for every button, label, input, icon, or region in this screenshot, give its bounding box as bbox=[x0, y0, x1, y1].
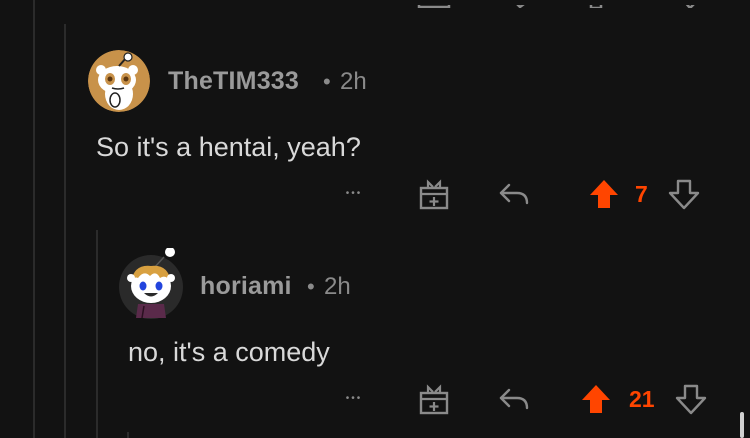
comment-body: no, it's a comedy bbox=[128, 337, 330, 367]
scrollbar-thumb[interactable] bbox=[740, 412, 744, 438]
gift-icon bbox=[419, 179, 449, 210]
thread-line-level-1[interactable] bbox=[64, 24, 66, 438]
gift-icon bbox=[419, 384, 449, 415]
comment-username[interactable]: horiami bbox=[200, 272, 292, 301]
downvote-arrow-icon bbox=[668, 179, 700, 210]
snoo-avatar-icon bbox=[119, 248, 183, 319]
previous-comment-actions bbox=[0, 0, 750, 8]
comment-age: 2h bbox=[340, 68, 367, 95]
more-dots-icon: ••• bbox=[345, 187, 363, 199]
comment-username[interactable]: TheTIM333 bbox=[168, 67, 299, 96]
more-dots-icon: ••• bbox=[345, 392, 363, 404]
meta-separator: • bbox=[307, 274, 315, 299]
upvote-arrow-icon bbox=[590, 180, 618, 208]
avatar[interactable] bbox=[116, 248, 186, 319]
vote-count: 21 bbox=[629, 386, 655, 412]
previous-actions-icons bbox=[417, 0, 698, 8]
thread-line-root[interactable] bbox=[33, 0, 35, 438]
downvote-arrow-icon bbox=[675, 384, 707, 415]
comment-age: 2h bbox=[324, 273, 351, 300]
more-options-button[interactable]: ••• bbox=[336, 180, 372, 206]
thread-line-level-3[interactable] bbox=[127, 432, 129, 438]
more-options-button[interactable]: ••• bbox=[336, 385, 372, 411]
downvote-button[interactable] bbox=[673, 381, 709, 417]
vote-count: 7 bbox=[635, 181, 648, 207]
upvote-button[interactable] bbox=[578, 381, 614, 417]
reply-button[interactable] bbox=[494, 381, 534, 417]
upvote-arrow-icon bbox=[582, 385, 610, 413]
comment-body: So it's a hentai, yeah? bbox=[96, 132, 361, 162]
reply-button[interactable] bbox=[494, 176, 534, 212]
avatar[interactable] bbox=[88, 50, 150, 112]
comment-thread: TheTIM333 • 2h So it's a hentai, yeah? •… bbox=[0, 0, 750, 438]
thread-line-level-2[interactable] bbox=[96, 230, 98, 438]
reply-arrow-icon bbox=[499, 183, 529, 205]
award-button[interactable] bbox=[414, 176, 454, 212]
reply-arrow-icon bbox=[499, 388, 529, 410]
snoo-avatar-icon bbox=[88, 50, 150, 112]
award-button[interactable] bbox=[414, 381, 454, 417]
downvote-button[interactable] bbox=[666, 176, 702, 212]
upvote-button[interactable] bbox=[586, 176, 622, 212]
meta-separator: • bbox=[323, 69, 331, 94]
